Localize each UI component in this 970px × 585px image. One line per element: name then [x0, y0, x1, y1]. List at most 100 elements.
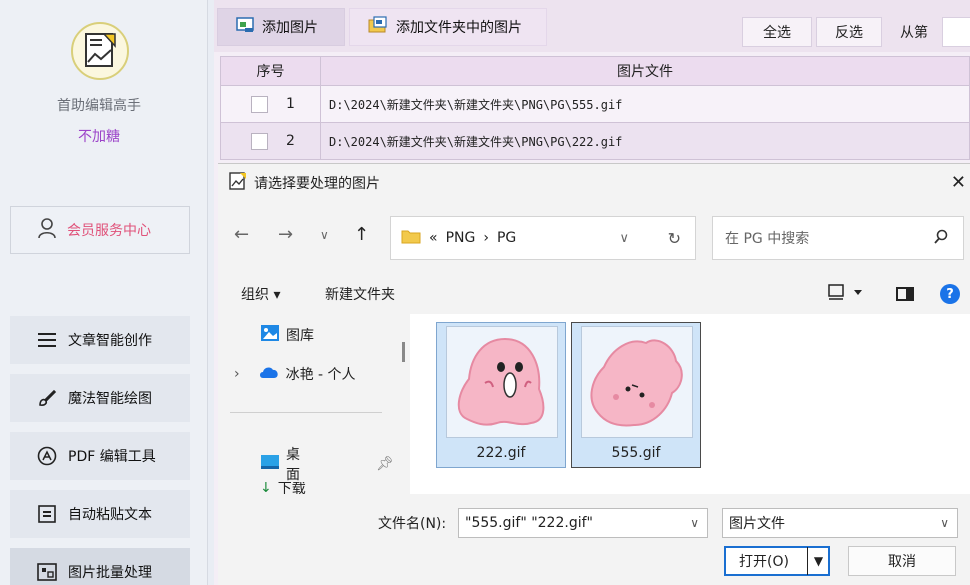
nav-item-label: 冰艳 - 个人 — [285, 367, 356, 383]
nav-item-label: 图库 — [286, 328, 314, 344]
dialog-app-icon — [228, 171, 248, 195]
organize-menu-button[interactable]: 组织 ▾ — [241, 284, 280, 304]
sidebar-item-label: PDF 编辑工具 — [68, 449, 156, 465]
sidebar-item-label: 文章智能创作 — [68, 333, 152, 349]
paint-brush-icon — [36, 387, 58, 409]
open-button-label: 打开(O) — [739, 554, 789, 570]
nav-separator — [230, 412, 382, 413]
pdf-tool-icon — [36, 445, 58, 467]
add-folder-images-label: 添加文件夹中的图片 — [396, 20, 522, 36]
pin-icon[interactable]: 📌︎ — [376, 456, 394, 472]
search-input[interactable]: 在 PG 中搜索 — [712, 216, 964, 260]
row-number: 2 — [286, 133, 295, 149]
sidebar-item-image-batch[interactable]: 图片批量处理 — [10, 548, 190, 585]
address-segment-pg[interactable]: PG — [497, 230, 516, 246]
address-segment-png[interactable]: PNG — [446, 230, 476, 246]
preview-pane-icon[interactable] — [896, 287, 914, 301]
download-icon: ↓ — [260, 482, 272, 494]
sidebar-item-drawing[interactable]: 魔法智能绘图 — [10, 374, 190, 422]
table-row[interactable]: 1 D:\2024\新建文件夹\新建文件夹\PNG\PG\555.gif — [220, 86, 970, 123]
column-header-file[interactable]: 图片文件 — [321, 57, 969, 85]
command-bar: 组织 ▾ 新建文件夹 ? — [218, 274, 970, 314]
dialog-titlebar: 请选择要处理的图片 ✕ — [218, 164, 970, 202]
toolbar: 添加图片 添加文件夹中的图片 全选 反选 从第 — [214, 0, 970, 52]
filetype-select[interactable]: 图片文件 ∨ — [722, 508, 958, 538]
row-number-cell: 1 — [221, 86, 321, 122]
help-icon[interactable]: ? — [940, 284, 960, 304]
row-file-path: D:\2024\新建文件夹\新建文件夹\PNG\PG\222.gif — [329, 134, 623, 149]
image-thumbnail — [446, 326, 558, 438]
column-header-number[interactable]: 序号 — [221, 57, 321, 85]
member-center-label: 会员服务中心 — [67, 223, 151, 239]
filename-value: "555.gif" "222.gif" — [465, 515, 593, 531]
filename-input[interactable]: "555.gif" "222.gif" ∨ — [458, 508, 708, 538]
image-add-icon — [236, 17, 254, 37]
forward-arrow-icon[interactable]: → — [278, 224, 293, 245]
file-item[interactable]: 222.gif — [436, 322, 566, 468]
address-history-chevron-icon[interactable]: ∨ — [619, 231, 629, 246]
address-bar[interactable]: « PNG › PG ∨ ↻ — [390, 216, 696, 260]
dialog-title: 请选择要处理的图片 — [254, 176, 380, 192]
row-number: 1 — [286, 96, 295, 112]
sidebar-item-label: 魔法智能绘图 — [68, 391, 152, 407]
address-prefix: « — [429, 230, 438, 246]
nav-item-gallery[interactable]: 图库 — [260, 324, 314, 346]
row-file-path: D:\2024\新建文件夹\新建文件夹\PNG\PG\555.gif — [329, 97, 623, 112]
file-item[interactable]: 555.gif — [571, 322, 701, 468]
from-input[interactable] — [942, 17, 970, 47]
close-icon[interactable]: ✕ — [951, 172, 966, 193]
nav-item-desktop[interactable]: 桌面 📌︎ — [260, 444, 394, 484]
folder-icon — [401, 228, 421, 248]
add-image-button[interactable]: 添加图片 — [217, 8, 345, 46]
add-folder-images-button[interactable]: 添加文件夹中的图片 — [349, 8, 547, 46]
expand-chevron-icon[interactable]: › — [234, 366, 240, 382]
image-batch-icon — [36, 561, 58, 583]
file-name: 555.gif — [611, 445, 661, 461]
nav-item-label: 桌面 — [286, 447, 300, 483]
member-center-button[interactable]: 会员服务中心 — [10, 206, 190, 254]
nav-pane-scrollbar[interactable] — [402, 342, 405, 362]
nav-item-downloads[interactable]: ↓ 下载 — [260, 482, 306, 494]
dialog-footer: 文件名(N): "555.gif" "222.gif" ∨ 图片文件 ∨ 打开(… — [218, 494, 970, 585]
add-image-label: 添加图片 — [262, 20, 318, 36]
sidebar-item-pdf[interactable]: PDF 编辑工具 — [10, 432, 190, 480]
recent-dropdown-icon[interactable]: ∨ — [320, 228, 329, 242]
app-subtitle: 不加糖 — [78, 129, 120, 145]
new-folder-button[interactable]: 新建文件夹 — [325, 284, 395, 304]
select-all-button[interactable]: 全选 — [742, 17, 812, 47]
image-thumbnail — [581, 326, 693, 438]
sidebar-item-paste[interactable]: 自动粘贴文本 — [10, 490, 190, 538]
open-button[interactable]: 打开(O) ▼ — [724, 546, 830, 576]
file-open-dialog: 请选择要处理的图片 ✕ ← → ∨ ↑ « PNG › PG ∨ ↻ 在 PG … — [218, 163, 970, 585]
search-placeholder: 在 PG 中搜索 — [725, 231, 810, 247]
open-split-dropdown-icon[interactable]: ▼ — [807, 547, 829, 575]
chevron-down-icon[interactable]: ∨ — [690, 516, 699, 530]
menu-lines-icon — [36, 329, 58, 351]
desktop-icon — [260, 454, 280, 474]
row-checkbox[interactable] — [251, 132, 268, 150]
table-row[interactable]: 2 D:\2024\新建文件夹\新建文件夹\PNG\PG\222.gif — [220, 123, 970, 160]
address-separator: › — [483, 230, 489, 246]
refresh-icon[interactable]: ↻ — [668, 229, 681, 248]
invert-selection-button[interactable]: 反选 — [816, 17, 882, 47]
paste-text-icon — [36, 503, 58, 525]
navigation-bar: ← → ∨ ↑ « PNG › PG ∨ ↻ 在 PG 中搜索 — [218, 204, 970, 272]
up-arrow-icon[interactable]: ↑ — [354, 224, 369, 245]
sidebar-item-label: 图片批量处理 — [68, 565, 152, 581]
filename-label: 文件名(N): — [378, 516, 447, 532]
gallery-icon — [260, 324, 280, 346]
user-icon — [37, 217, 57, 243]
sidebar-item-label: 自动粘贴文本 — [68, 507, 152, 523]
file-list: 222.gif 555.gif — [410, 314, 970, 494]
row-checkbox[interactable] — [251, 95, 268, 113]
folder-image-icon — [368, 16, 388, 38]
back-arrow-icon[interactable]: ← — [234, 224, 249, 245]
navigation-pane: 图库 › 冰艳 - 个人 桌面 📌︎ ↓ 下载 — [218, 314, 405, 494]
view-options-icon[interactable] — [828, 284, 864, 304]
chevron-down-icon[interactable]: ∨ — [940, 516, 949, 530]
sidebar-item-article[interactable]: 文章智能创作 — [10, 316, 190, 364]
nav-item-onedrive[interactable]: › 冰艳 - 个人 — [234, 364, 356, 384]
cancel-button[interactable]: 取消 — [848, 546, 956, 576]
app-logo-icon — [71, 22, 129, 80]
image-table: 序号 图片文件 1 D:\2024\新建文件夹\新建文件夹\PNG\PG\555… — [220, 56, 970, 160]
